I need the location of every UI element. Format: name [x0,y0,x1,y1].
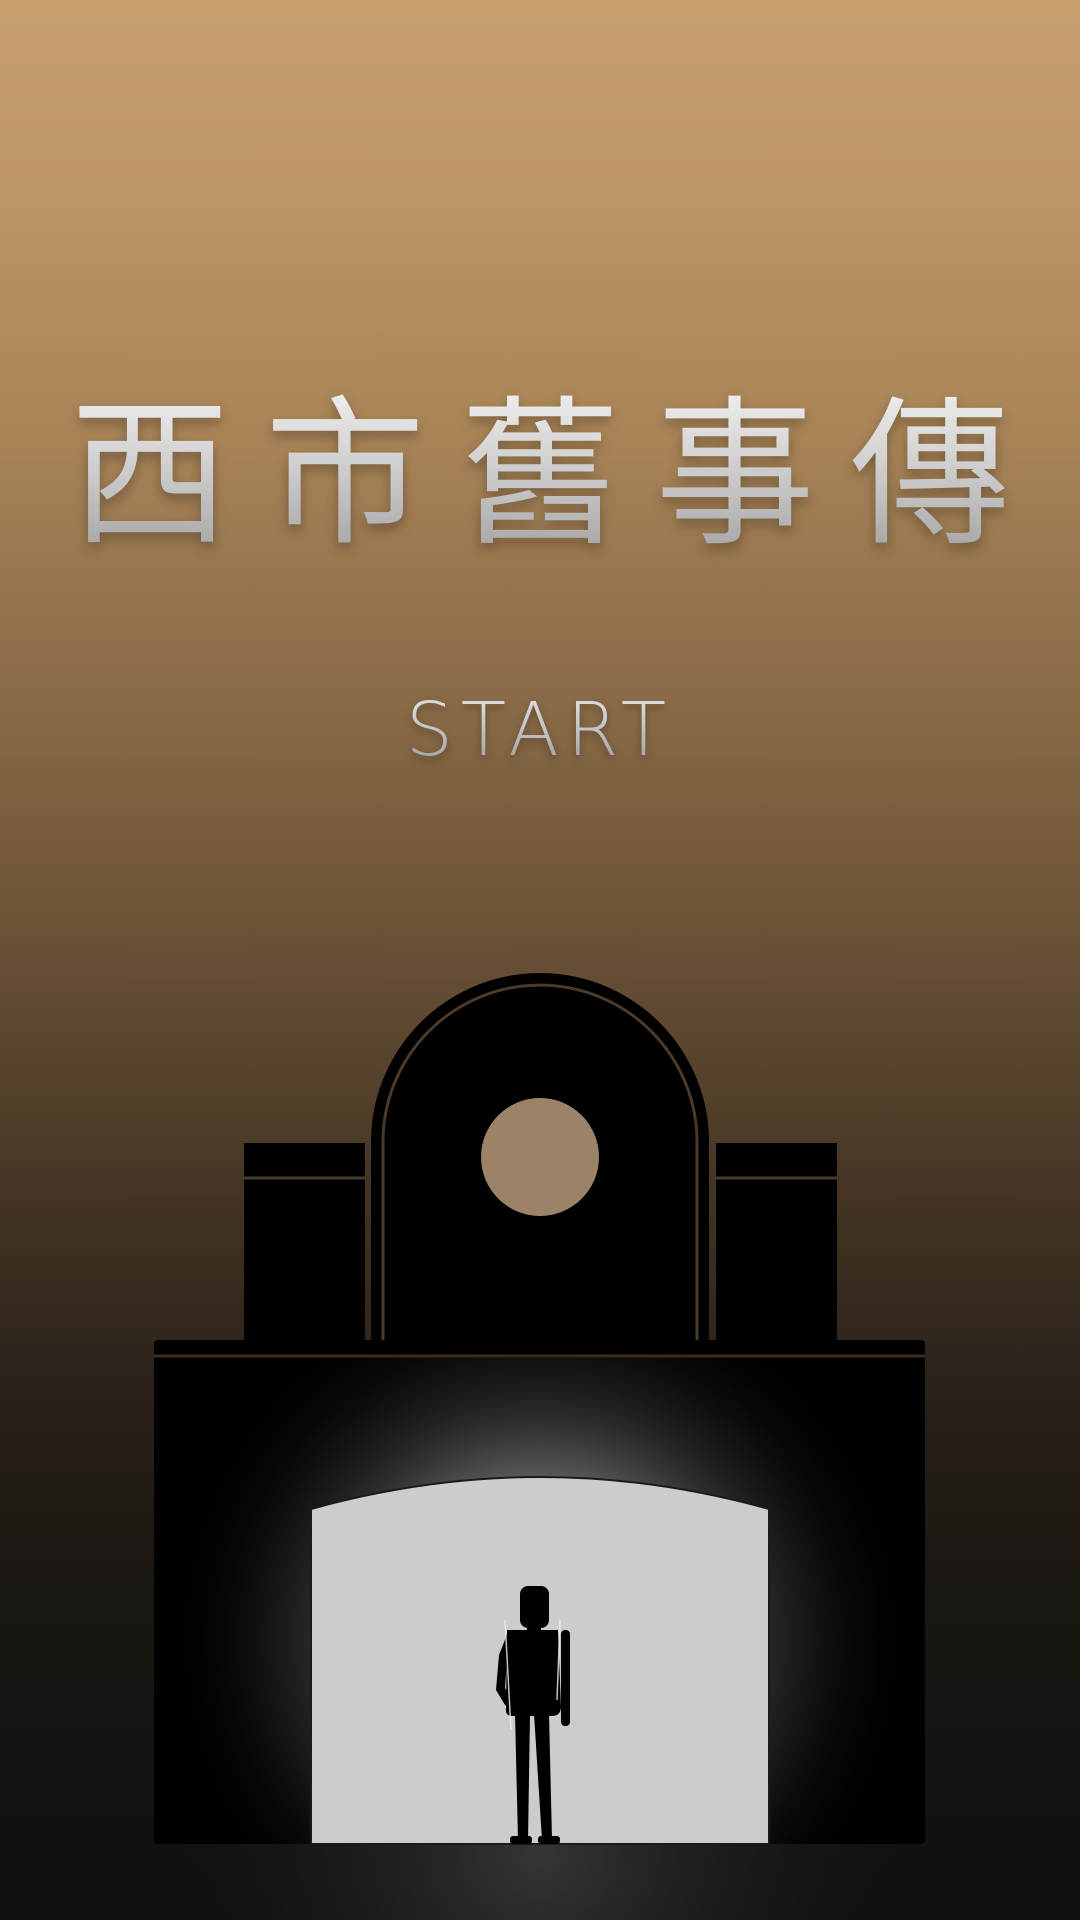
title-char-1: 西 [69,381,230,568]
game-title: 西 市 舊 事 傳 [60,380,1020,570]
building-illustration [0,973,1080,1920]
round-window [481,1098,599,1216]
floor-glow [0,1840,1080,1920]
title-char-4: 事 [654,381,815,568]
title-char-2: 市 [264,381,425,568]
title-char-5: 傳 [849,381,1010,568]
title-char-3: 舊 [459,381,620,568]
start-button[interactable]: START [340,680,740,780]
